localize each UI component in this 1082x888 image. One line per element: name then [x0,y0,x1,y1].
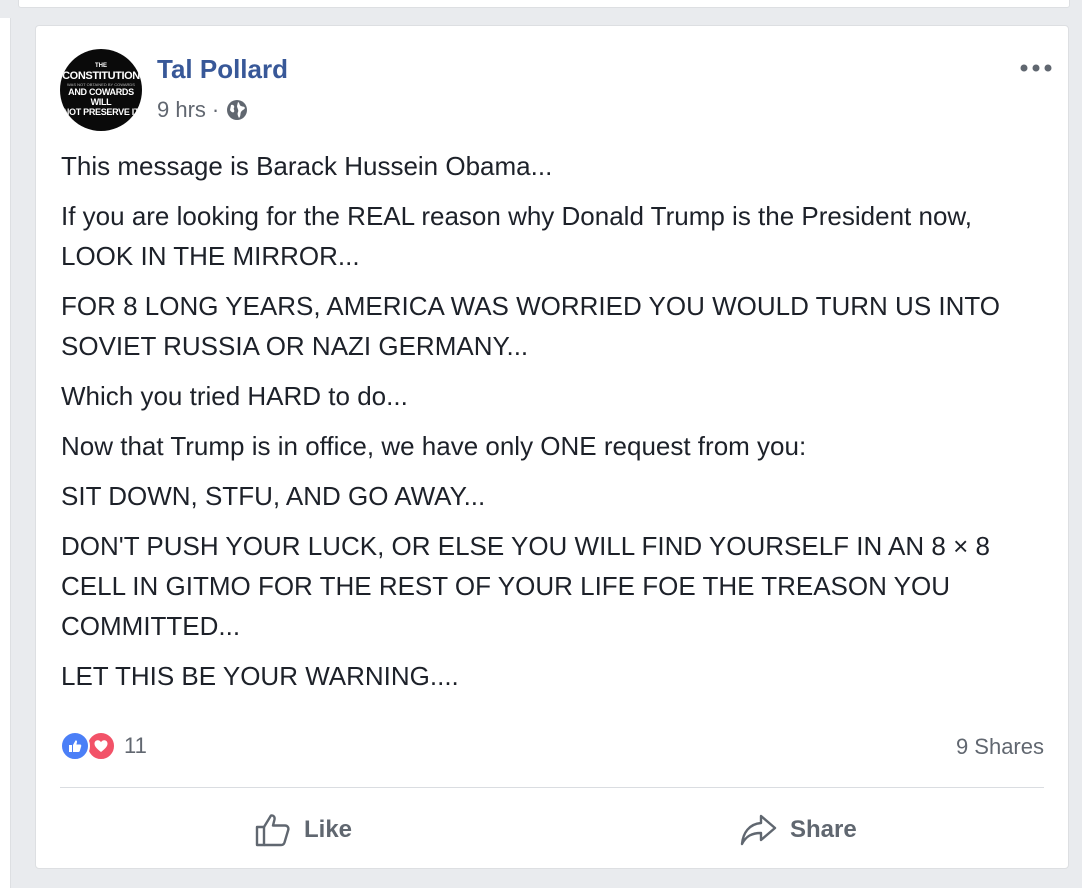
post-paragraph: This message is Barack Hussein Obama... [61,151,553,181]
post-body: This message is Barack Hussein Obama... … [61,146,1051,706]
like-button[interactable]: Like [254,808,352,852]
globe-icon[interactable] [225,98,249,122]
post-paragraph: SIT DOWN, STFU, AND GO AWAY... [61,481,486,511]
post-paragraph: FOR 8 LONG YEARS, AMERICA WAS WORRIED YO… [61,291,1001,361]
post-card: THE CONSTITUTION WAS NOT OBTAINED BY COW… [35,25,1069,869]
avatar-text-line: THE [95,63,107,69]
post-timestamp[interactable]: 9 hrs [157,97,206,123]
reactions-summary[interactable]: 11 [60,731,147,761]
love-reaction-icon [86,731,116,761]
avatar[interactable]: THE CONSTITUTION WAS NOT OBTAINED BY COW… [60,49,142,131]
previous-post-card [18,0,1070,8]
avatar-text-line: CONSTITUTION [62,70,140,82]
more-options-icon[interactable] [1016,56,1056,80]
post-paragraph: DON'T PUSH YOUR LUCK, OR ELSE YOU WILL F… [61,531,990,641]
post-paragraph: If you are looking for the REAL reason w… [61,201,972,271]
share-arrow-icon [740,814,777,846]
like-reaction-icon [60,731,90,761]
share-button-label: Share [790,816,857,843]
like-button-label: Like [304,816,353,843]
shares-count-link[interactable]: 9 Shares [956,734,1044,760]
actions-divider [60,787,1044,788]
avatar-text-line: NOT PRESERVE IT [62,107,140,117]
post-paragraph: LET THIS BE YOUR WARNING.... [61,661,459,691]
avatar-text-line: AND COWARDS WILL [68,87,134,107]
meta-separator: · [211,97,220,122]
left-column-edge [0,18,11,888]
thumbs-up-icon [255,814,290,847]
reaction-count: 11 [124,733,147,758]
post-paragraph: Which you tried HARD to do... [61,381,408,411]
author-name-link[interactable]: Tal Pollard [157,54,288,85]
post-paragraph: Now that Trump is in office, we have onl… [61,431,807,461]
post-meta: 9 hrs · [157,97,249,123]
share-button[interactable]: Share [740,808,857,852]
